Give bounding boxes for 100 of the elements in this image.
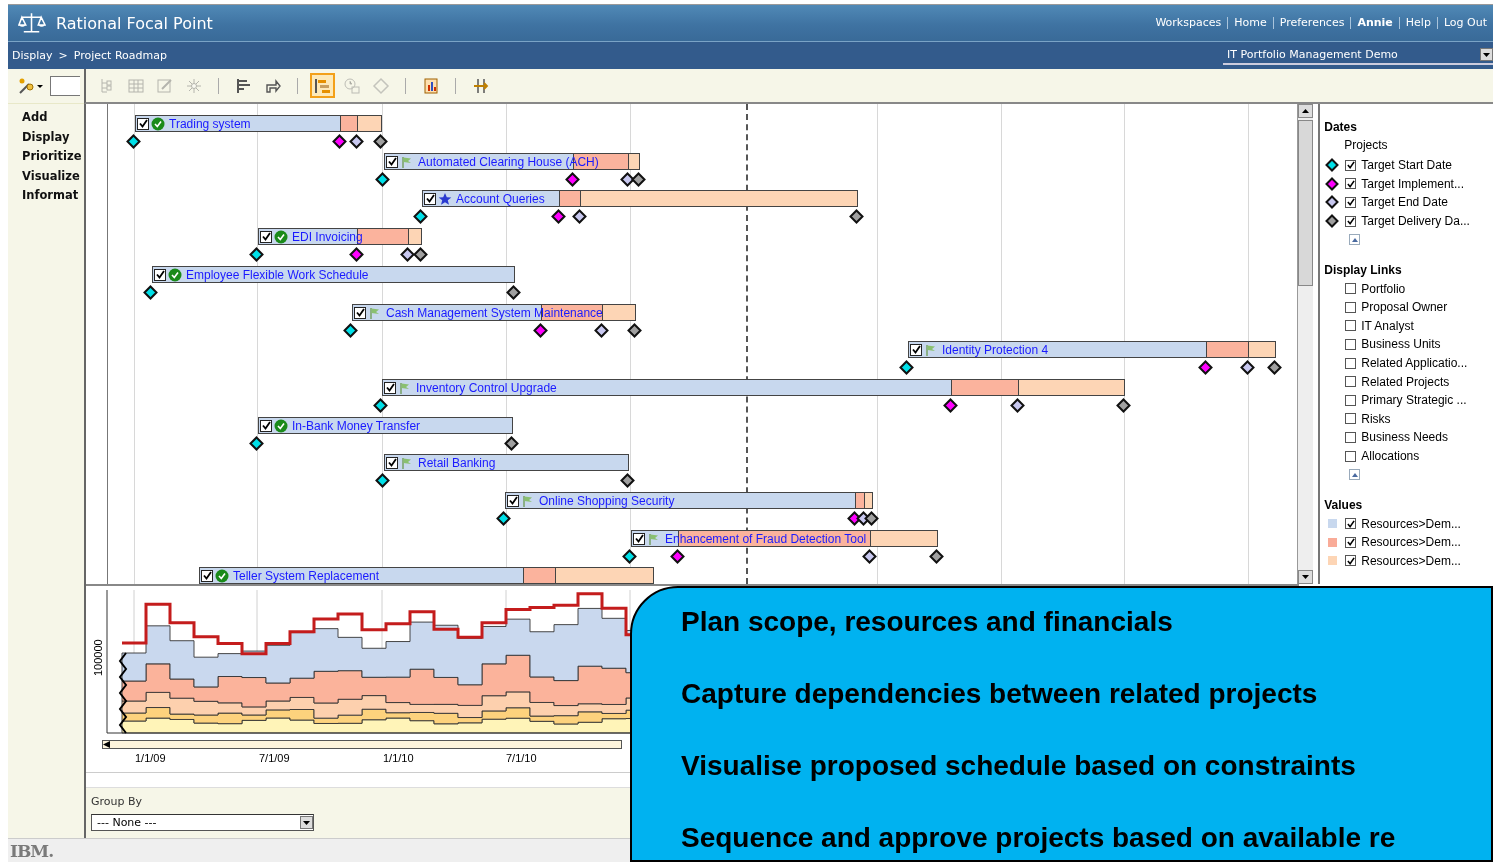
checkbox[interactable] — [1345, 178, 1357, 190]
project-link[interactable]: Retail Banking — [418, 455, 496, 470]
checkbox[interactable] — [1345, 320, 1357, 332]
checkbox[interactable] — [1345, 450, 1357, 462]
axis-label: 1/1/10 — [383, 752, 414, 764]
breadcrumb-separator: > — [58, 49, 68, 62]
logo-text: IBM. — [10, 841, 54, 861]
checkbox[interactable] — [1345, 413, 1357, 425]
arrow-down-icon — [1302, 575, 1310, 579]
legend-label: Target Start Date — [1361, 158, 1452, 173]
legend-label: Target End Date — [1361, 195, 1448, 210]
sidebar-item[interactable]: Visualize — [22, 168, 84, 188]
callout-text: Visualise proposed schedule based on constraints — [681, 750, 1357, 782]
breadcrumb-link[interactable]: Display — [12, 49, 53, 62]
group-by-dropdown[interactable]: --- None --- — [91, 814, 314, 831]
section-heading: Values — [1324, 497, 1364, 515]
callout-text: Capture dependencies between related projects — [681, 678, 1319, 710]
project-link[interactable]: Employee Flexible Work Schedule — [186, 267, 369, 282]
axis-label: 7/1/09 — [259, 752, 290, 764]
checkbox[interactable] — [1345, 376, 1357, 388]
legend-label: Resources>Dem... — [1361, 516, 1461, 531]
project-link[interactable]: Teller System Replacement — [233, 568, 380, 583]
arrow-icon — [263, 76, 282, 95]
checkbox[interactable] — [1345, 431, 1357, 443]
checkbox[interactable] — [1345, 357, 1357, 369]
header-link[interactable]: Home — [1227, 17, 1273, 29]
collapse-button[interactable] — [1349, 234, 1361, 246]
horizontal-scrollbar[interactable] — [102, 740, 622, 749]
sidebar-item[interactable]: Prioritize — [22, 149, 84, 169]
checkbox[interactable] — [1345, 197, 1357, 208]
legend-label: Primary Strategic ... — [1361, 393, 1467, 408]
sidebar-item[interactable]: Informat — [22, 188, 84, 208]
project-link[interactable]: In-Bank Money Transfer — [292, 418, 421, 433]
scrollbar[interactable] — [1297, 104, 1314, 584]
project-link[interactable]: Account Queries — [456, 191, 545, 206]
legend-label: Resources>Dem... — [1361, 553, 1461, 568]
legend-label: Allocations — [1361, 449, 1420, 463]
header-link[interactable]: Preferences — [1272, 17, 1351, 29]
sidebar-item[interactable]: Add — [22, 110, 84, 130]
breadcrumb-link[interactable]: Project Roadmap — [73, 49, 167, 62]
scroll-left-icon — [103, 741, 110, 748]
scroll-down-button[interactable] — [1298, 570, 1314, 584]
dropdown-arrow-icon — [1483, 52, 1490, 57]
legend-label: Portfolio — [1361, 281, 1406, 296]
user-name-link[interactable]: Annie — [1350, 17, 1399, 29]
legend-label: Target Implement... — [1361, 176, 1464, 191]
quick-search-field[interactable] — [50, 76, 80, 96]
scales-logo-icon — [18, 11, 46, 35]
dropdown-arrow-icon — [303, 820, 310, 825]
field-label: Group By — [91, 794, 144, 810]
sidebar-item[interactable]: Display — [22, 129, 84, 149]
header-link[interactable]: Workspaces — [1149, 17, 1228, 29]
axis-label: 100000 — [92, 639, 104, 676]
gantt-icon — [313, 76, 332, 95]
grid-icon — [126, 76, 145, 95]
checkbox[interactable] — [1345, 394, 1357, 406]
collapse-button[interactable] — [1349, 469, 1361, 481]
project-link[interactable]: Online Shopping Security — [539, 493, 675, 508]
checkbox[interactable] — [1345, 536, 1357, 548]
project-link[interactable]: Trading system — [169, 116, 251, 131]
network-icon — [184, 76, 203, 95]
header-link[interactable]: Log Out — [1436, 17, 1493, 29]
workspace-dropdown[interactable]: IT Portfolio Management Demo — [1223, 46, 1493, 65]
collapse-icon — [1351, 472, 1358, 477]
legend-label: Related Projects — [1361, 374, 1450, 389]
scrollbar-thumb[interactable] — [1298, 120, 1314, 286]
section-heading: Dates — [1324, 119, 1358, 136]
checkbox[interactable] — [1345, 159, 1357, 171]
checkbox[interactable] — [1345, 301, 1357, 313]
axis-label: 1/1/09 — [135, 752, 166, 764]
legend-label: Related Applicatio... — [1361, 356, 1468, 371]
checkbox[interactable] — [1345, 283, 1357, 295]
project-link[interactable]: Identity Protection 4 — [942, 342, 1049, 357]
clock-icon — [342, 76, 361, 95]
checkbox[interactable] — [1345, 555, 1357, 567]
legend-label: Resources>Dem... — [1361, 535, 1461, 550]
legend-label: Risks — [1361, 411, 1391, 426]
align-icon — [234, 76, 253, 95]
callout-text: Plan scope, resources and financials — [681, 606, 1174, 638]
checkbox[interactable] — [1345, 518, 1357, 530]
collapse-icon — [1351, 237, 1358, 242]
axis-label: 7/1/10 — [506, 752, 537, 764]
section-heading: Display Links — [1324, 262, 1403, 280]
legend-label: Target Delivery Da... — [1361, 214, 1470, 229]
checkbox[interactable] — [1345, 338, 1357, 350]
split-icon — [471, 76, 490, 95]
legend-label: IT Analyst — [1361, 318, 1414, 333]
scroll-up-button[interactable] — [1298, 104, 1314, 118]
project-link[interactable]: Inventory Control Upgrade — [416, 380, 557, 395]
arrow-up-icon — [1302, 109, 1310, 113]
checkbox[interactable] — [1345, 215, 1357, 227]
report-icon — [421, 76, 440, 95]
edit-icon — [155, 76, 174, 95]
legend-label: Proposal Owner — [1361, 300, 1448, 315]
callout-text: Sequence and approve projects based on available re — [681, 822, 1397, 854]
header-link[interactable]: Help — [1398, 17, 1437, 29]
toolbar-button[interactable] — [310, 73, 335, 98]
legend-label: Business Needs — [1361, 430, 1448, 445]
section-subheading: Projects — [1343, 137, 1389, 154]
app-title: Rational Focal Point — [56, 13, 213, 33]
